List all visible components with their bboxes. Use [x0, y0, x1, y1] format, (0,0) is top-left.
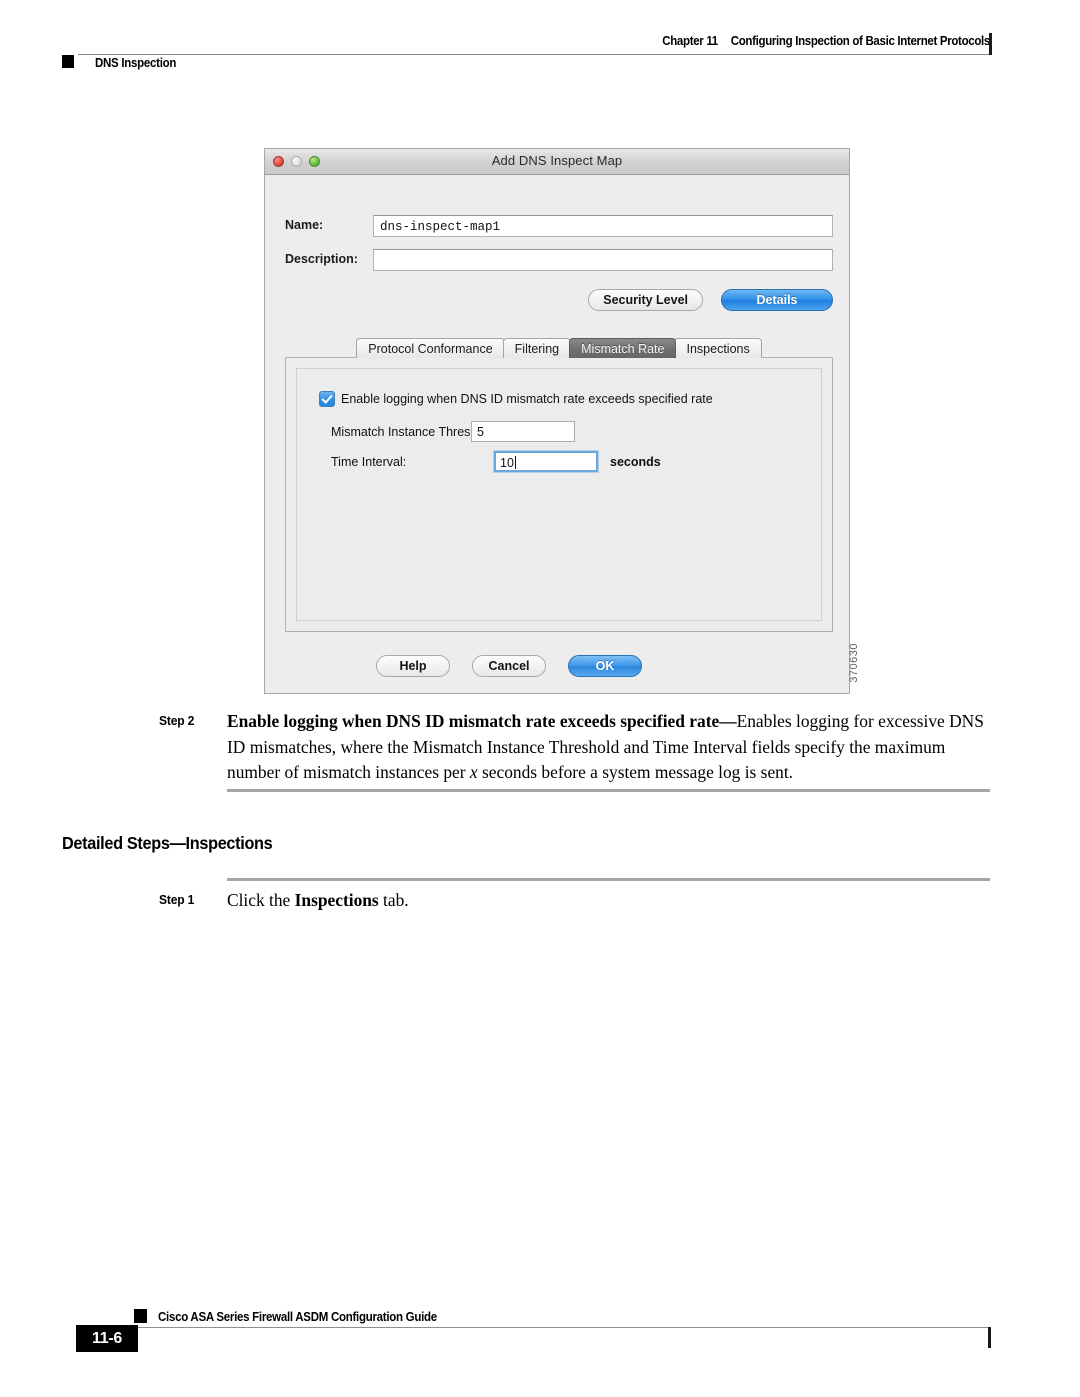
header-rule [78, 54, 990, 55]
dialog-action-buttons: Help Cancel OK [265, 655, 849, 677]
add-dns-inspect-map-dialog: Add DNS Inspect Map Name: dns-inspect-ma… [264, 148, 850, 694]
security-level-button[interactable]: Security Level [588, 289, 703, 311]
view-mode-buttons: Security Level Details [588, 289, 833, 311]
dialog-titlebar[interactable]: Add DNS Inspect Map [265, 149, 849, 175]
step2-text: Enable logging when DNS ID mismatch rate… [227, 709, 997, 786]
cancel-button[interactable]: Cancel [472, 655, 546, 677]
panel-inner-frame: Enable logging when DNS ID mismatch rate… [296, 368, 822, 621]
heading-detailed-steps-inspections: Detailed Steps—Inspections [62, 833, 273, 853]
help-button[interactable]: Help [376, 655, 450, 677]
description-row: Description: [285, 249, 833, 271]
time-interval-unit: seconds [610, 454, 661, 469]
tab-mismatch-rate[interactable]: Mismatch Rate [569, 338, 677, 358]
name-label: Name: [285, 218, 324, 232]
text-caret [514, 456, 516, 469]
section-rule-bottom [227, 878, 990, 881]
step1-text: Click the Inspections tab. [227, 888, 997, 914]
step2-rest-b: seconds before a system message log is s… [477, 762, 794, 783]
mismatch-threshold-row: Mismatch Instance Threshold: 5 [331, 421, 575, 442]
enable-logging-label: Enable logging when DNS ID mismatch rate… [341, 392, 713, 406]
step2-dash: — [719, 711, 737, 731]
tab-inspections[interactable]: Inspections [674, 338, 762, 358]
mismatch-threshold-label: Mismatch Instance Threshold: [331, 424, 498, 439]
name-input[interactable]: dns-inspect-map1 [373, 215, 833, 237]
section-rule-top [227, 789, 990, 792]
figure-dns-inspect-map: Add DNS Inspect Map Name: dns-inspect-ma… [264, 148, 860, 696]
figure-number: 370630 [848, 643, 860, 683]
enable-logging-checkbox[interactable] [319, 391, 335, 407]
time-interval-value: 10 [500, 456, 514, 470]
dialog-body: Name: dns-inspect-map1 Description: Secu… [265, 175, 849, 694]
tab-panel-mismatch-rate: Enable logging when DNS ID mismatch rate… [285, 357, 833, 632]
tab-strip: Protocol Conformance Filtering Mismatch … [285, 337, 833, 358]
header-bullet-square-icon [62, 55, 74, 68]
header-edge-bar [989, 33, 992, 55]
page-number-badge: 11-6 [76, 1325, 138, 1352]
time-interval-row: Time Interval: 10 seconds [331, 451, 661, 472]
header-chapter-line: Chapter 11 Configuring Inspection of Basi… [639, 34, 990, 48]
name-row: Name: dns-inspect-map1 [285, 215, 833, 237]
page-header: Chapter 11 Configuring Inspection of Basi… [0, 0, 1080, 95]
tab-protocol-conformance[interactable]: Protocol Conformance [356, 338, 505, 358]
dialog-title: Add DNS Inspect Map [491, 153, 623, 168]
enable-logging-row[interactable]: Enable logging when DNS ID mismatch rate… [319, 391, 713, 407]
footer-rule [134, 1327, 990, 1328]
time-interval-input[interactable]: 10 [494, 451, 598, 472]
step1-bold-word: Inspections [294, 890, 379, 910]
tab-container: Protocol Conformance Filtering Mismatch … [285, 337, 833, 632]
tab-filtering[interactable]: Filtering [502, 338, 572, 358]
mismatch-threshold-input[interactable]: 5 [471, 421, 575, 442]
footer-bullet-square-icon [134, 1309, 147, 1323]
header-chapter-title: Configuring Inspection of Basic Internet… [730, 34, 991, 48]
step1-lead: Click the [227, 890, 295, 910]
time-interval-label: Time Interval: [331, 454, 407, 469]
details-button[interactable]: Details [721, 289, 833, 311]
step2-italic-x: x [469, 762, 478, 783]
step2-tag: Step 2 [159, 713, 195, 728]
step2-bold-lead: Enable logging when DNS ID mismatch rate… [227, 711, 720, 731]
header-chapter-number: Chapter 11 [662, 34, 718, 48]
ok-button[interactable]: OK [568, 655, 642, 677]
description-label: Description: [285, 252, 358, 266]
footer-edge-bar [988, 1327, 991, 1348]
step1-trail: tab. [378, 890, 409, 910]
footer-guide-title: Cisco ASA Series Firewall ASDM Configura… [158, 1310, 437, 1324]
header-section-label: DNS Inspection [95, 56, 177, 70]
step1-tag: Step 1 [159, 892, 195, 907]
description-input[interactable] [373, 249, 833, 271]
